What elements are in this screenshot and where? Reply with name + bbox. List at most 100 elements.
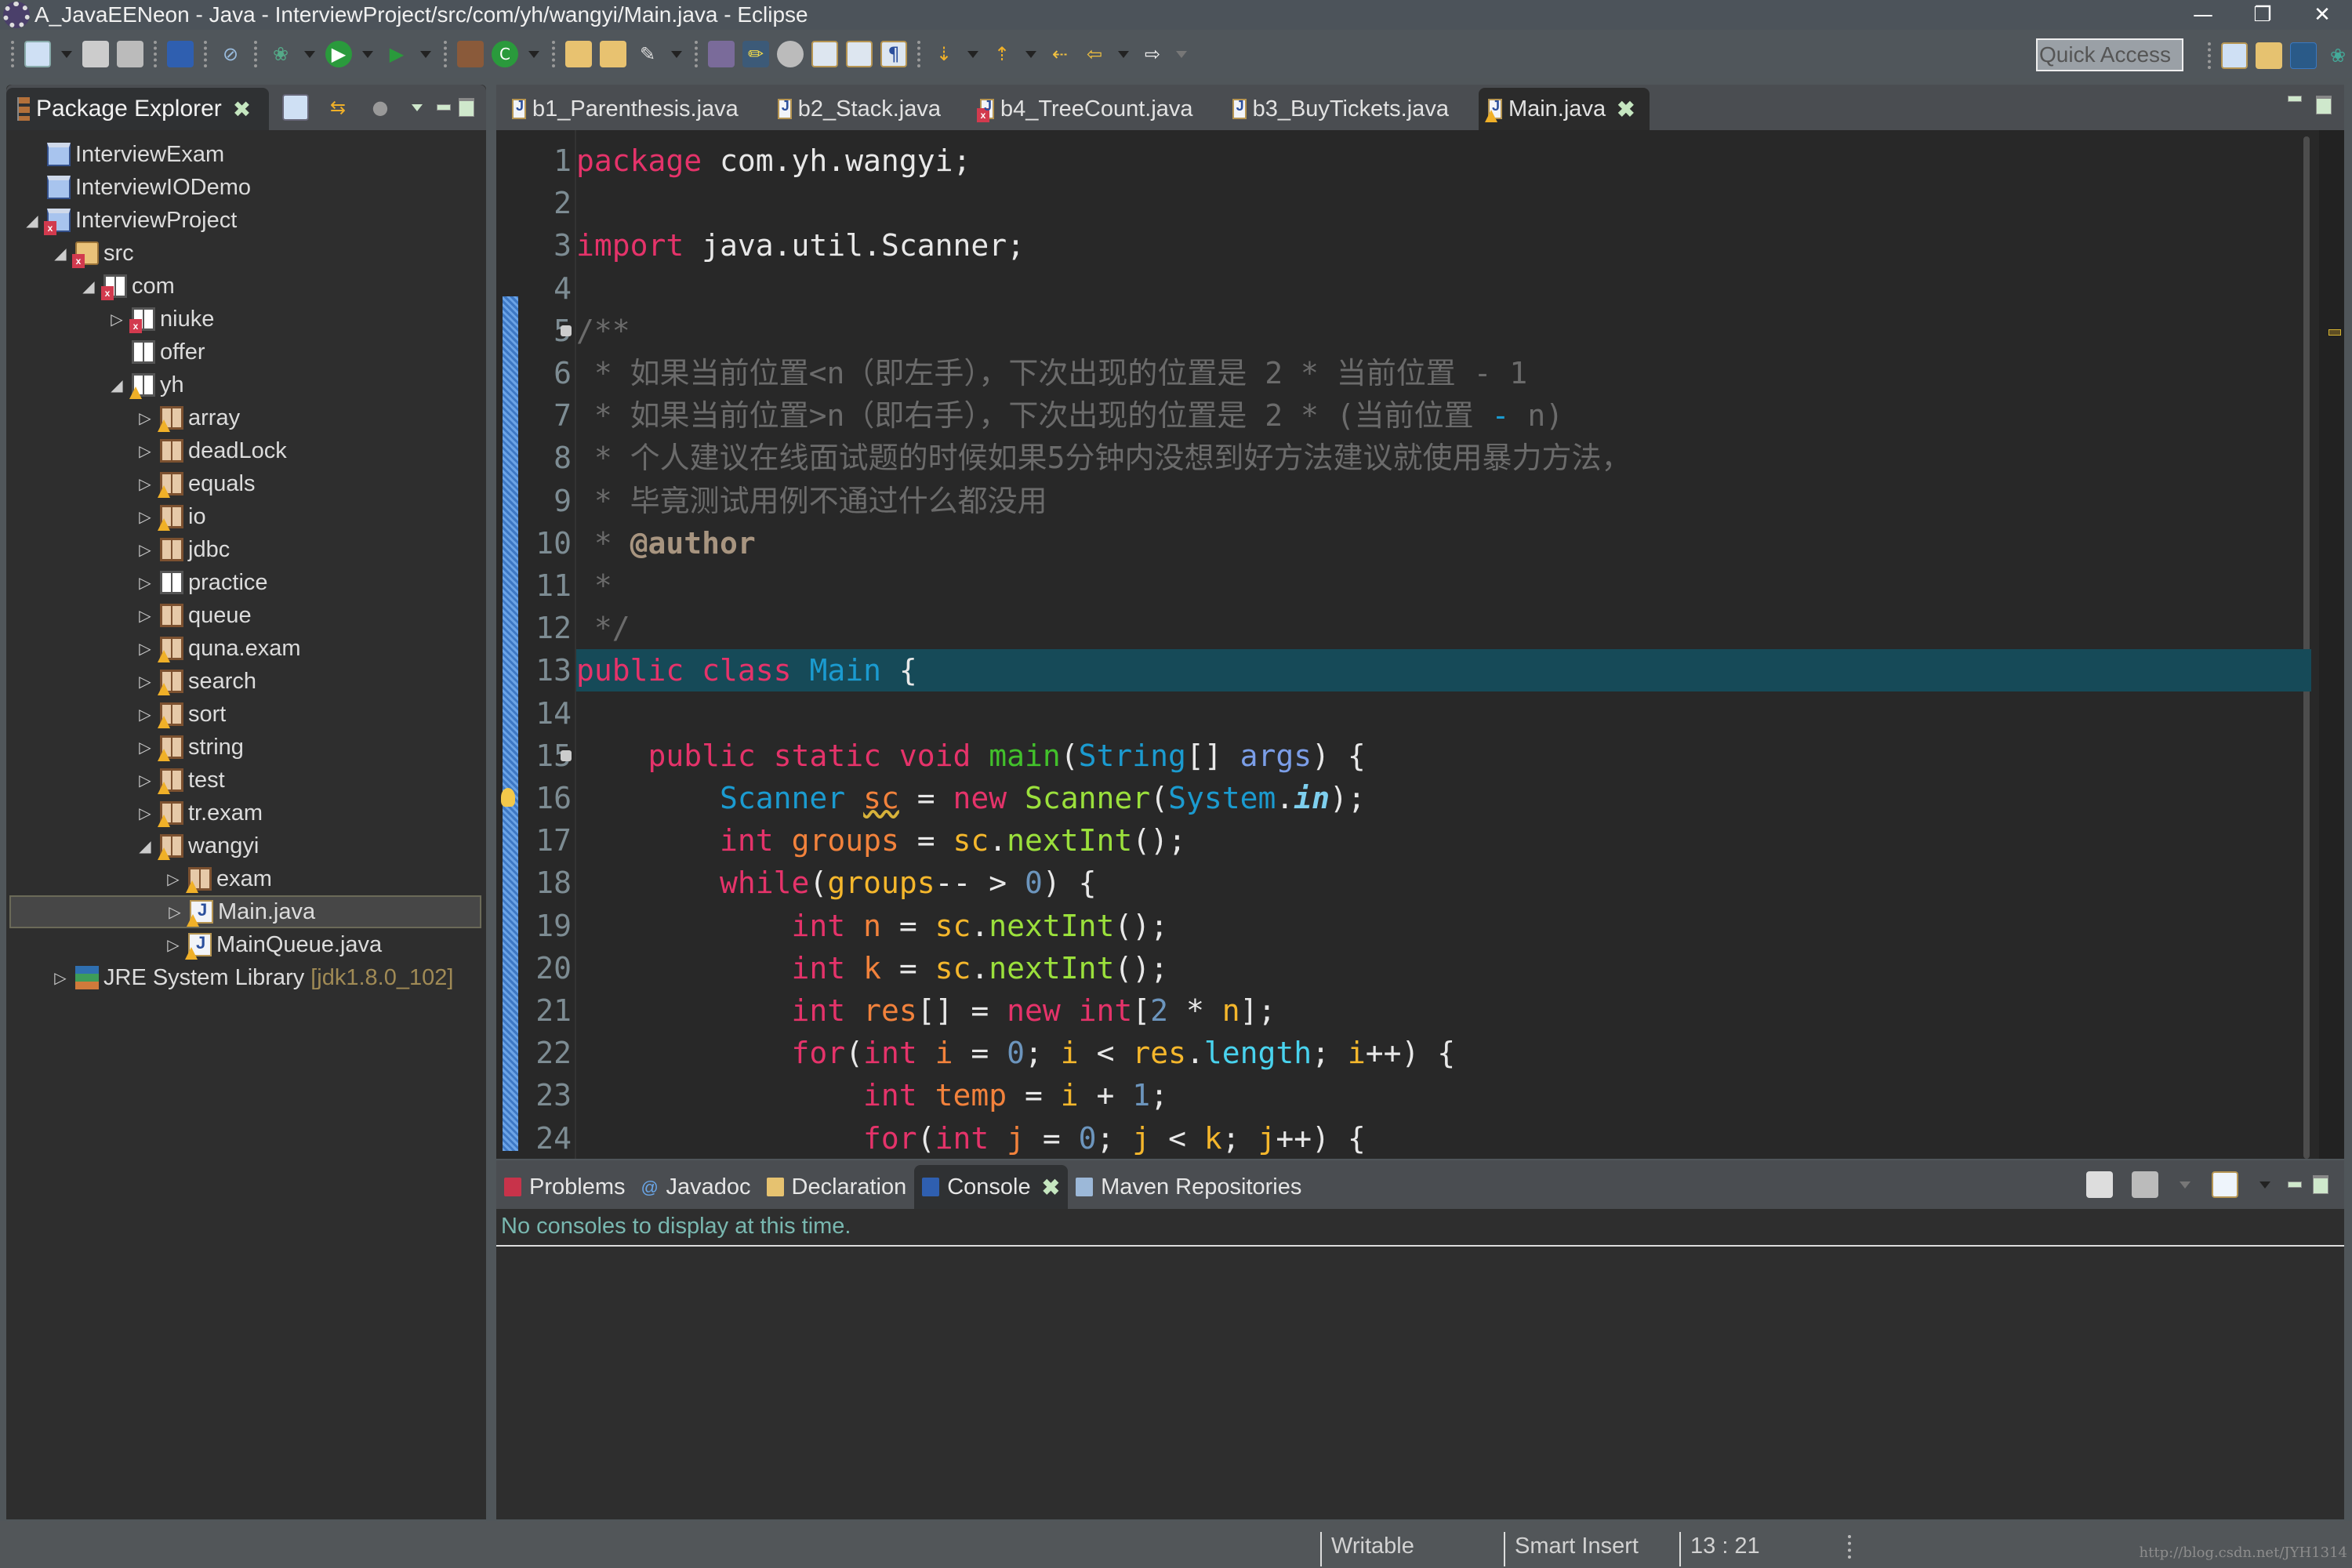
code-line[interactable]: 19 int n = sc.nextInt(); [496, 905, 2311, 947]
tree-item[interactable]: ▷ queue [6, 599, 486, 632]
tree-item[interactable]: ▷ array [6, 401, 486, 434]
collapsed-arrow-icon[interactable]: ▷ [136, 705, 154, 724]
minimize-view-icon[interactable] [437, 104, 451, 111]
collapsed-arrow-icon[interactable]: ▷ [136, 672, 154, 691]
editor-tab[interactable]: b1_Parenthesis.java [503, 88, 753, 130]
tree-item[interactable]: ▷ jdbc [6, 533, 486, 566]
quick-access-input[interactable]: Quick Access [2036, 38, 2183, 71]
collapsed-arrow-icon[interactable]: ▷ [136, 639, 154, 659]
tree-item[interactable]: ▷ sort [6, 698, 486, 731]
expanded-arrow-icon[interactable]: ◢ [24, 211, 41, 230]
new-icon[interactable] [24, 41, 51, 67]
tree-item[interactable]: ◢ wangyi [6, 829, 486, 862]
show-whitespace-icon[interactable]: ¶ [880, 41, 907, 67]
back-icon[interactable]: ⇦ [1081, 41, 1108, 67]
collapsed-arrow-icon[interactable]: ▷ [136, 771, 154, 790]
back-dropdown-icon[interactable] [1118, 50, 1129, 58]
minimize-editor-icon[interactable] [2288, 96, 2302, 102]
java-ee-perspective-icon[interactable] [2256, 42, 2282, 69]
java-perspective-icon[interactable] [2290, 42, 2317, 69]
code-line[interactable]: 11 * [496, 564, 2311, 607]
debug-dropdown-icon[interactable] [304, 50, 315, 58]
tree-item[interactable]: InterviewExam [6, 138, 486, 171]
collapsed-arrow-icon[interactable]: ▷ [136, 804, 154, 823]
expanded-arrow-icon[interactable]: ◢ [80, 277, 97, 296]
tree-item[interactable]: ▷ x niuke [6, 303, 486, 336]
current-code-line[interactable]: 13 public class Main { [535, 649, 2311, 692]
code-line[interactable]: 4 [496, 267, 2311, 310]
forward-icon[interactable]: ⇨ [1139, 41, 1166, 67]
code-editor[interactable]: 1 package com.yh.wangyi; 2 3 import java.uti… [496, 130, 2344, 1159]
pin-console-icon[interactable] [2086, 1171, 2113, 1198]
open-perspective-icon[interactable] [2221, 42, 2248, 69]
open-type-icon[interactable] [565, 41, 592, 67]
tree-item[interactable]: ▷ deadLock [6, 434, 486, 467]
tree-item[interactable]: ▷ quna.exam [6, 632, 486, 665]
toggle-breadcrumb-icon[interactable] [777, 41, 804, 67]
debug-icon[interactable]: ❀ [267, 41, 294, 67]
new-package-icon[interactable] [457, 41, 484, 67]
tree-item[interactable]: InterviewIODemo [6, 171, 486, 204]
run-external-icon[interactable]: ▶ [383, 41, 410, 67]
toggle-mark-occurrences-icon[interactable] [708, 41, 735, 67]
tree-item[interactable]: ◢ x InterviewProject [6, 204, 486, 237]
collapsed-arrow-icon[interactable]: ▷ [136, 573, 154, 593]
code-line[interactable]: 2 [496, 182, 2311, 224]
tree-item[interactable]: ◢ x com [6, 270, 486, 303]
code-line[interactable]: 10 * @author [496, 522, 2311, 564]
minimize-button[interactable]: — [2173, 0, 2233, 30]
run-dropdown-icon[interactable] [362, 50, 373, 58]
code-line[interactable]: 21 int res[] = new int[2 * n]; [496, 989, 2311, 1032]
display-console-dropdown-icon[interactable] [2180, 1181, 2190, 1189]
quick-fix-warning-icon[interactable] [501, 788, 515, 807]
code-line[interactable]: 3 import java.util.Scanner; [496, 224, 2311, 267]
code-line[interactable]: 12 */ [496, 607, 2311, 649]
tree-item[interactable]: ◢ yh [6, 368, 486, 401]
link-with-editor-icon[interactable]: ⇆ [325, 94, 351, 121]
toolbar-grip[interactable] [2208, 42, 2211, 69]
prev-annotation-icon[interactable]: ⇡ [989, 41, 1015, 67]
new-class-dropdown-icon[interactable] [528, 50, 539, 58]
collapse-all-icon[interactable] [282, 94, 309, 121]
collapsed-arrow-icon[interactable]: ▷ [136, 441, 154, 461]
collapsed-arrow-icon[interactable]: ▷ [136, 540, 154, 560]
code-line[interactable]: 22 for(int i = 0; i < res.length; i++) { [496, 1032, 2311, 1074]
code-line[interactable]: 16 Scanner sc = new Scanner(System.in); [496, 777, 2311, 819]
editor-tab[interactable]: Main.java ✖ [1478, 88, 1650, 130]
close-window-button[interactable]: ✕ [2292, 0, 2352, 30]
last-edit-icon[interactable]: ⇠ [1047, 41, 1073, 67]
code-line[interactable]: 1 package com.yh.wangyi; [496, 140, 2311, 182]
bottom-tab-problems[interactable]: Problems [496, 1165, 633, 1209]
highlight-icon[interactable]: ✏ [742, 41, 769, 67]
collapsed-arrow-icon[interactable]: ▷ [136, 507, 154, 527]
overview-ruler[interactable] [2319, 130, 2344, 1159]
annotation-icon[interactable]: ✎ [634, 41, 661, 67]
close-icon[interactable]: ✖ [1042, 1174, 1060, 1200]
code-line[interactable]: 15 public static void main(String[] args… [496, 735, 2311, 777]
warning-marker[interactable] [2328, 329, 2341, 336]
collapsed-arrow-icon[interactable]: ▷ [136, 408, 154, 428]
code-line[interactable]: 14 [496, 692, 2311, 735]
expanded-arrow-icon[interactable]: ◢ [136, 837, 154, 856]
tree-item[interactable]: ▷ search [6, 665, 486, 698]
code-line[interactable]: 20 int k = sc.nextInt(); [496, 947, 2311, 989]
collapsed-arrow-icon[interactable]: ▷ [136, 606, 154, 626]
open-task-icon[interactable] [600, 41, 626, 67]
tree-item[interactable]: ▷ string [6, 731, 486, 764]
collapsed-arrow-icon[interactable]: ▷ [165, 935, 182, 955]
tree-item[interactable]: ▷ Main.java [9, 895, 481, 928]
maximize-editor-icon[interactable] [2316, 96, 2332, 114]
display-console-icon[interactable] [2132, 1171, 2158, 1198]
maximize-panel-icon[interactable] [2313, 1175, 2328, 1194]
run-external-dropdown-icon[interactable] [420, 50, 431, 58]
minimize-panel-icon[interactable] [2288, 1181, 2302, 1188]
collapsed-arrow-icon[interactable]: ▷ [136, 474, 154, 494]
tree-item[interactable]: ▷ tr.exam [6, 797, 486, 829]
new-class-icon[interactable]: C [492, 41, 518, 67]
editor-tab[interactable]: b3_BuyTickets.java [1223, 88, 1463, 130]
close-icon[interactable]: ✖ [233, 96, 251, 122]
next-annotation-dropdown-icon[interactable] [967, 50, 978, 58]
forward-dropdown-icon[interactable] [1176, 50, 1187, 58]
code-line[interactable]: 9 * 毕竟测试用例不通过什么都没用 [496, 480, 2311, 522]
close-icon[interactable]: ✖ [1617, 96, 1635, 122]
